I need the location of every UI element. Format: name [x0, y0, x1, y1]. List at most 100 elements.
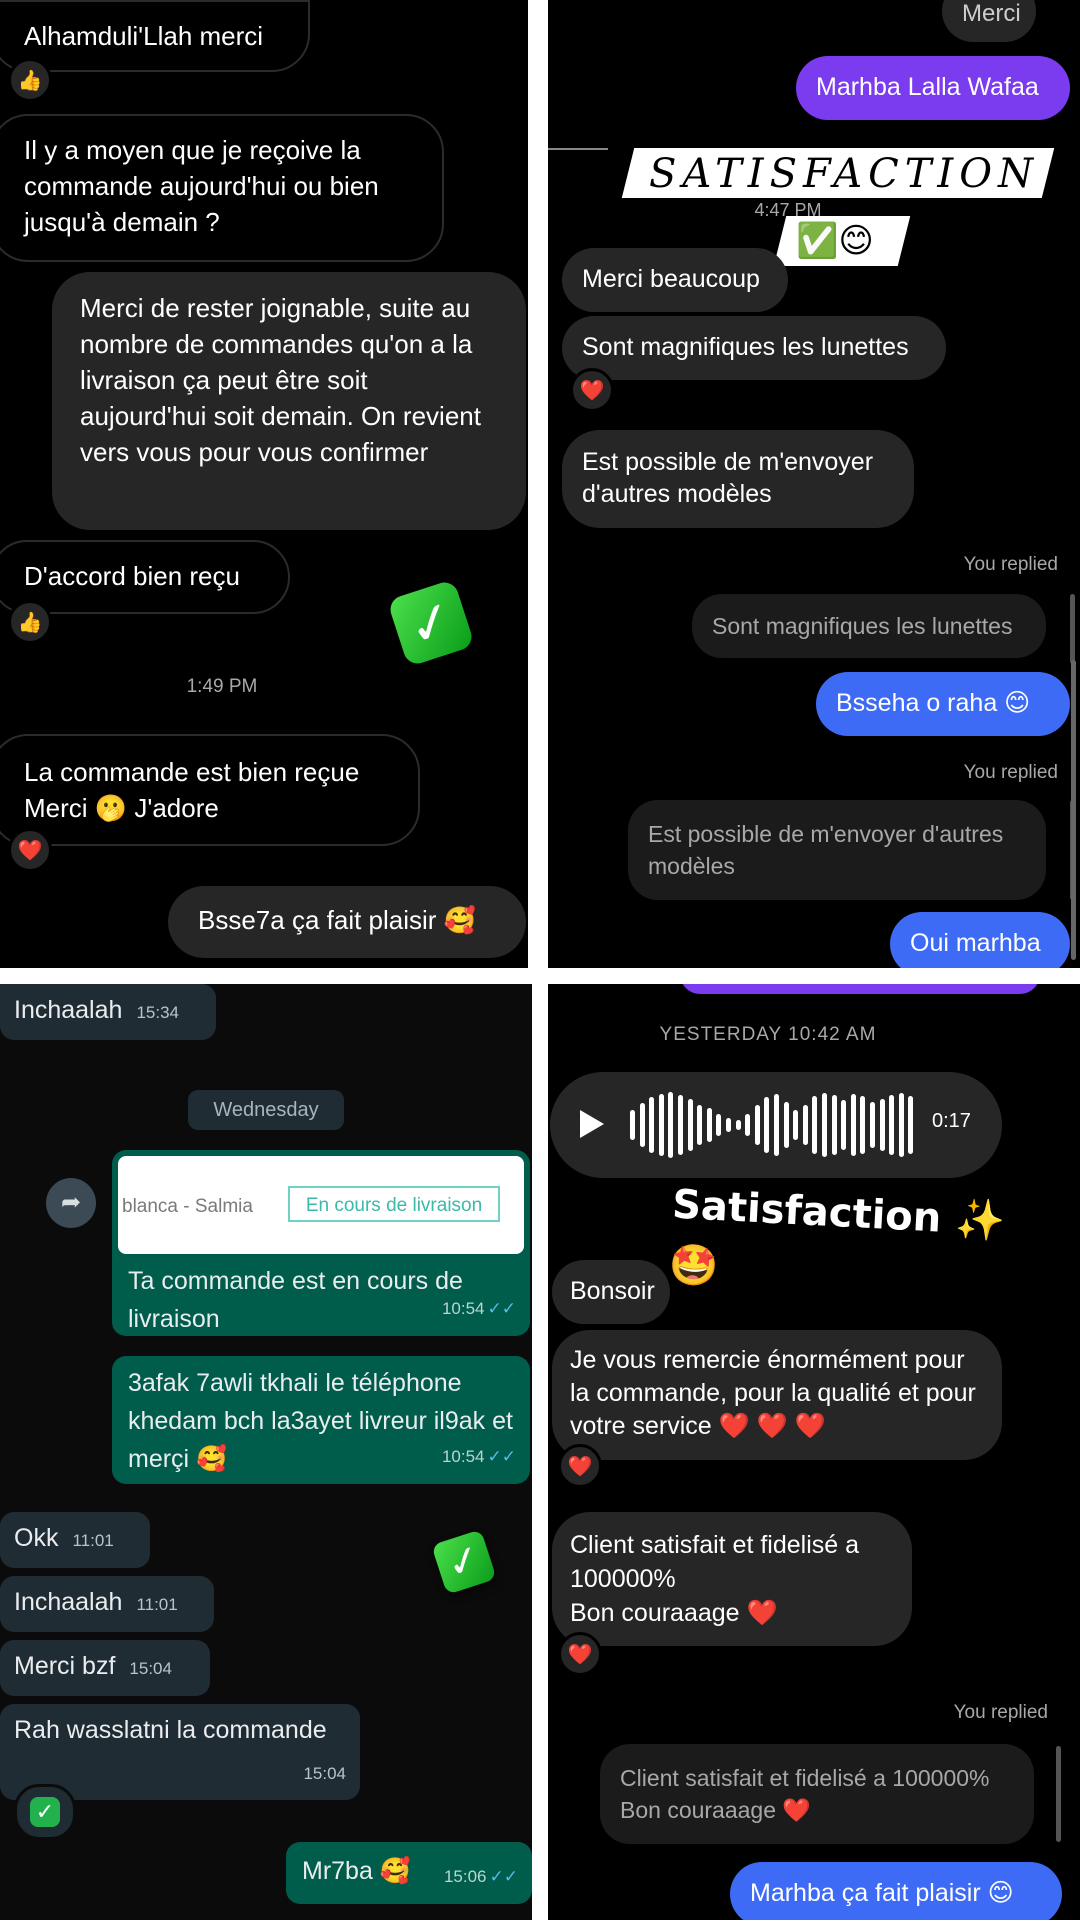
incoming-message[interactable]: Je vous remercie énormément pour la comm…	[552, 1330, 1002, 1460]
voice-duration: 0:17	[932, 1110, 971, 1132]
heart-reaction-icon[interactable]: ❤️	[570, 368, 614, 412]
waveform-bar	[639, 1103, 645, 1147]
incoming-message[interactable]: Inchaalah 11:01	[0, 1576, 214, 1632]
outgoing-message-with-preview[interactable]: blanca - Salmia En cours de livraison Ta…	[112, 1150, 530, 1336]
message-text: Rah wasslatni la commande	[14, 1716, 327, 1744]
message-line: La commande est bien reçue	[24, 757, 360, 787]
read-receipt-icon: ✓✓	[487, 1447, 517, 1466]
quoted-reply[interactable]: Sont magnifiques les lunettes	[692, 594, 1046, 658]
quoted-line: Bon couraaage ❤️	[620, 1797, 812, 1823]
message-time: 11:01	[72, 1531, 114, 1550]
read-receipt-icon: ✓✓	[489, 1867, 519, 1886]
incoming-message[interactable]: Inchaalah 15:34	[0, 984, 216, 1040]
chat-panel-top-left: Alhamduli'Llah merci 👍 Il y a moyen que …	[0, 0, 528, 968]
outgoing-message[interactable]: Marhba ça fait plaisir 😊	[730, 1862, 1062, 1920]
incoming-message[interactable]: Merci bzf 15:04	[0, 1640, 210, 1696]
forward-button[interactable]: ➦	[46, 1178, 96, 1228]
thumbs-up-reaction-icon[interactable]: 👍	[8, 600, 52, 644]
check-mark-icon: ✓	[386, 578, 476, 668]
waveform-bar	[716, 1114, 722, 1136]
quoted-reply[interactable]: Est possible de m'envoyer d'autres modèl…	[628, 800, 1046, 900]
play-icon[interactable]	[580, 1110, 604, 1138]
message-text: Inchaalah	[14, 996, 123, 1024]
divider-line	[548, 148, 608, 150]
outgoing-message[interactable]: Merci de rester joignable, suite au nomb…	[52, 272, 526, 530]
incoming-message[interactable]: Client satisfait et fidelisé a 100000% B…	[552, 1512, 912, 1646]
incoming-message[interactable]: Merci	[942, 0, 1036, 42]
message-time: 10:54 ✓✓	[441, 1447, 517, 1466]
panel-scrollbar[interactable]	[1071, 660, 1076, 960]
incoming-message[interactable]: Merci beaucoup	[562, 248, 788, 312]
incoming-message[interactable]: D'accord bien reçu	[0, 540, 290, 614]
date-chip: Wednesday	[188, 1090, 344, 1130]
heart-reaction-icon[interactable]: ❤️	[8, 828, 52, 872]
waveform-bar	[754, 1105, 760, 1145]
delivery-status-badge: En cours de livraison	[288, 1186, 500, 1222]
audio-waveform[interactable]	[630, 1090, 918, 1160]
thumbs-up-reaction-icon[interactable]: 👍	[8, 58, 52, 102]
waveform-bar	[687, 1099, 693, 1151]
incoming-message[interactable]: Il y a moyen que je reçoive la commande …	[0, 114, 444, 262]
you-replied-label: You replied	[963, 554, 1058, 575]
message-time: 15:06 ✓✓	[443, 1867, 519, 1886]
top-cut-bubble	[680, 984, 1040, 994]
message-time: 15:04	[303, 1764, 346, 1783]
waveform-bar	[726, 1118, 731, 1132]
incoming-message[interactable]: Sont magnifiques les lunettes	[562, 316, 946, 380]
message-text: Inchaalah	[14, 1588, 123, 1616]
waveform-bar	[860, 1096, 866, 1154]
waveform-bar	[822, 1093, 827, 1157]
message-text: Okk	[14, 1524, 59, 1552]
outgoing-message[interactable]: Bsse7a ça fait plaisir 🥰	[168, 886, 526, 958]
waveform-bar	[678, 1095, 683, 1155]
chat-panel-bottom-right: YESTERDAY 10:42 AM 0:17 Satisfaction ✨🤩 …	[548, 984, 1080, 1920]
quoted-line: Client satisfait et fidelisé a 100000%	[620, 1765, 990, 1791]
link-preview[interactable]: blanca - Salmia En cours de livraison	[118, 1156, 524, 1254]
quoted-reply[interactable]: Client satisfait et fidelisé a 100000% B…	[600, 1744, 1034, 1844]
waveform-bar	[745, 1114, 751, 1136]
chat-panel-top-right: Merci Marhba Lalla Wafaa SATISFACTION 4:…	[548, 0, 1080, 968]
waveform-bar	[870, 1102, 875, 1148]
waveform-bar	[668, 1092, 674, 1158]
heart-reaction-icon[interactable]: ❤️	[558, 1632, 602, 1676]
check-reaction-icon[interactable]: ✓	[14, 1784, 76, 1840]
message-time: 10:54 ✓✓	[441, 1299, 517, 1318]
check-mark-icon: ✓	[431, 1529, 497, 1595]
incoming-message[interactable]: Est possible de m'envoyer d'autres modèl…	[562, 430, 914, 528]
incoming-message[interactable]: Okk 11:01	[0, 1512, 150, 1568]
heart-reaction-icon[interactable]: ❤️	[558, 1444, 602, 1488]
waveform-bar	[898, 1093, 904, 1157]
you-replied-label: You replied	[953, 1702, 1048, 1723]
waveform-bar	[802, 1105, 808, 1145]
message-line: Bon couraaage ❤️	[570, 1599, 778, 1627]
message-time: 15:34	[136, 1003, 179, 1022]
waveform-bar	[793, 1110, 799, 1140]
message-line: Client satisfait et fidelisé a 100000%	[570, 1531, 860, 1593]
incoming-message[interactable]: Alhamduli'Llah merci	[0, 0, 310, 72]
satisfaction-sticker: Satisfaction ✨🤩	[667, 1181, 1007, 1291]
incoming-message[interactable]: Bonsoir	[552, 1260, 670, 1324]
reply-scrollbar	[1070, 594, 1075, 664]
waveform-bar	[706, 1108, 712, 1142]
waveform-bar	[850, 1094, 856, 1156]
read-receipt-icon: ✓✓	[487, 1299, 517, 1318]
message-time: 11:01	[136, 1595, 178, 1614]
outgoing-message[interactable]: Marhba Lalla Wafaa	[796, 56, 1070, 120]
waveform-bar	[697, 1105, 703, 1145]
outgoing-message[interactable]: Oui marhba	[890, 912, 1070, 968]
reply-scrollbar	[1056, 1746, 1061, 1842]
outgoing-message[interactable]: Bsseha o raha 😊	[816, 672, 1070, 736]
preview-text: blanca - Salmia	[122, 1196, 253, 1217]
waveform-bar	[658, 1094, 664, 1156]
emoji-strip-text: ✅😊	[796, 222, 874, 260]
timestamp: 1:49 PM	[186, 676, 258, 697]
message-time: 15:04	[129, 1659, 172, 1678]
waveform-bar	[783, 1102, 789, 1148]
date-label: YESTERDAY 10:42 AM	[659, 1024, 877, 1045]
waveform-bar	[649, 1097, 655, 1153]
incoming-message[interactable]: La commande est bien reçue Merci 🫢 J'ado…	[0, 734, 420, 846]
chat-panel-bottom-left: Inchaalah 15:34 Wednesday ➦ blanca - Salm…	[0, 984, 532, 1920]
outgoing-message[interactable]: 3afak 7awli tkhali le téléphone khedam b…	[112, 1356, 530, 1484]
voice-message[interactable]: 0:17	[550, 1072, 1002, 1178]
outgoing-message[interactable]: Mr7ba 🥰 15:06 ✓✓	[286, 1842, 532, 1904]
